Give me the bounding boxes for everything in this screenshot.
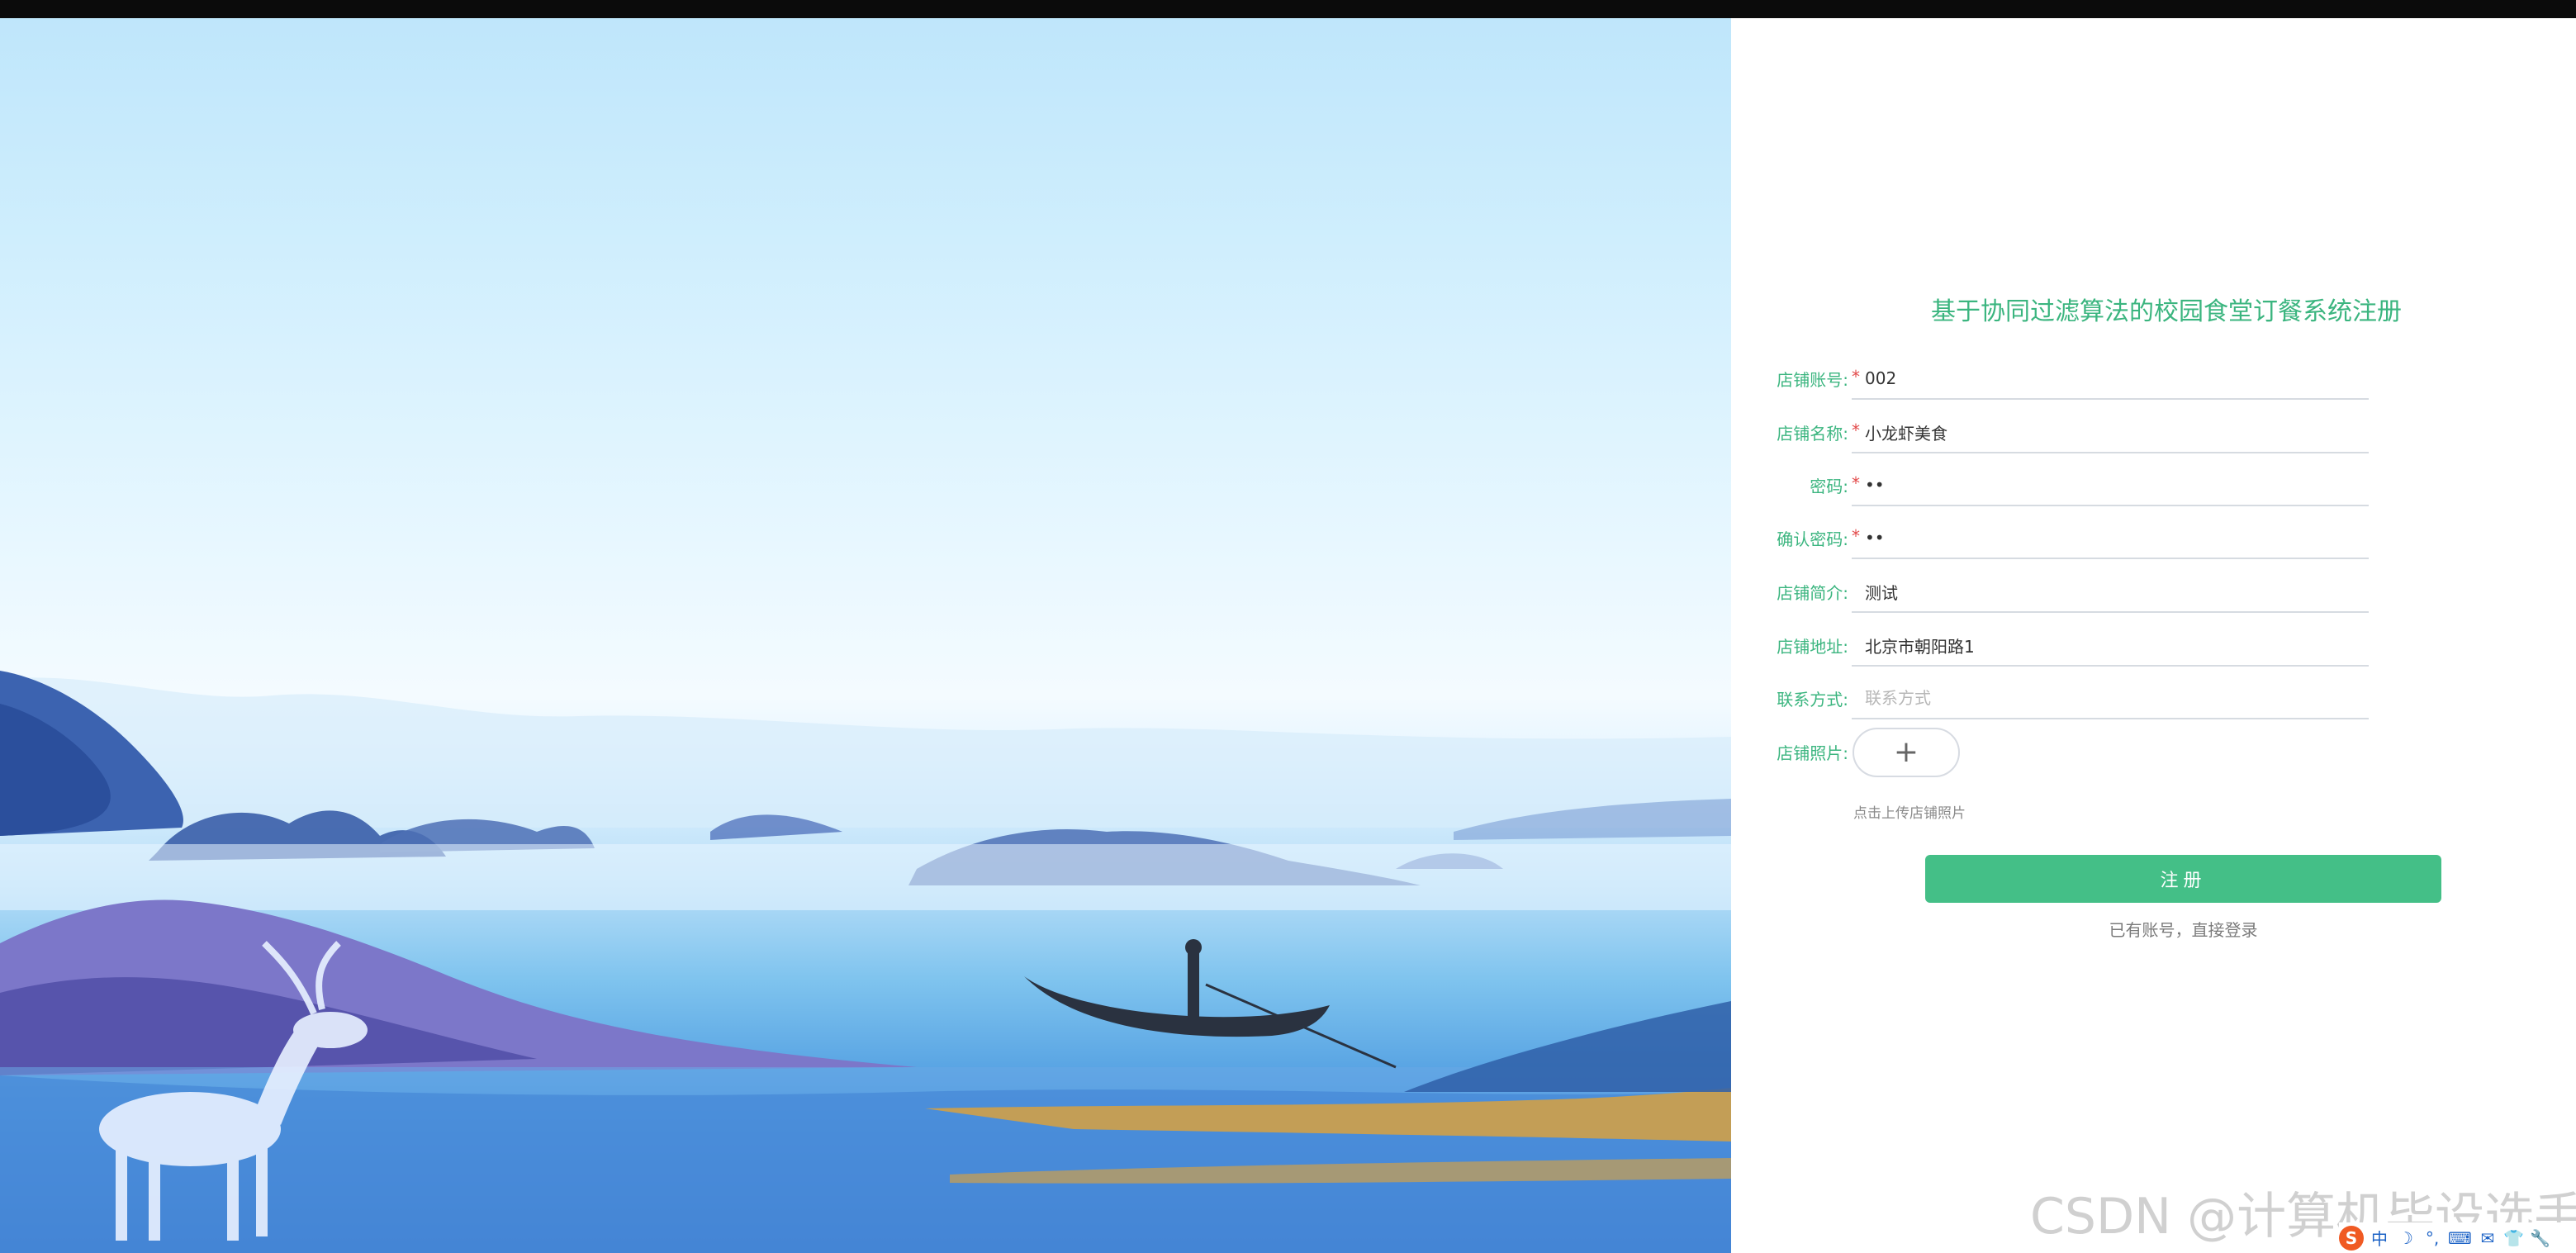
confirm-password-row: 确认密码: * [1758,518,2372,561]
top-bar [0,0,2576,18]
tools-icon[interactable]: ✉ [2477,1227,2498,1250]
photo-upload-button[interactable]: + [1853,728,1960,777]
background-landscape-image [0,18,1731,1253]
shop-name-row: 店铺名称: * [1758,412,2372,455]
confirm-password-input[interactable] [1852,518,2369,559]
wrench-icon[interactable]: 🔧 [2530,1227,2551,1250]
field-label: 店铺简介: [1777,583,1848,603]
sogou-icon[interactable]: S [2339,1225,2364,1251]
shop-address-input[interactable] [1852,625,2369,667]
punctuation-icon[interactable]: °, [2422,1227,2443,1250]
shop-intro-row: 店铺简介: [1758,572,2372,615]
keyboard-icon[interactable]: ⌨ [2448,1227,2472,1250]
ime-chinese-icon[interactable]: 中 [2369,1227,2390,1250]
shop-account-row: 店铺账号: * [1758,358,2372,401]
field-label: 店铺地址: [1777,637,1848,657]
field-label: 店铺照片: [1777,743,1848,763]
field-label: 密码: [1810,477,1848,496]
field-label: 确认密码: [1777,529,1848,549]
landscape-illustration [0,671,1731,1253]
register-button[interactable]: 注册 [1925,855,2441,903]
field-label: 联系方式: [1777,690,1848,710]
shop-name-input[interactable] [1852,412,2369,453]
password-row: 密码: * [1758,465,2372,508]
password-input[interactable] [1852,465,2369,506]
contact-row: 联系方式: [1758,678,2372,721]
field-label: 店铺名称: [1777,424,1848,444]
shop-photo-row: 店铺照片: [1758,732,2372,775]
shop-intro-input[interactable] [1852,572,2369,613]
shirt-icon[interactable]: 👕 [2503,1227,2525,1250]
plus-icon: + [1893,735,1919,769]
moon-icon[interactable]: ☽ [2395,1227,2417,1250]
upload-tip: 点击上传店铺照片 [1853,805,1966,822]
field-label: 店铺账号: [1777,370,1848,390]
ime-tray: S 中 ☽ °, ⌨ ✉ 👕 🔧 [2339,1222,2576,1253]
shop-address-row: 店铺地址: [1758,625,2372,668]
login-link[interactable]: 已有账号，直接登录 [1925,917,2441,941]
contact-input[interactable] [1852,678,2369,719]
shop-account-input[interactable] [1852,358,2369,400]
page-title: 基于协同过滤算法的校园食堂订餐系统注册 [1931,297,2402,326]
